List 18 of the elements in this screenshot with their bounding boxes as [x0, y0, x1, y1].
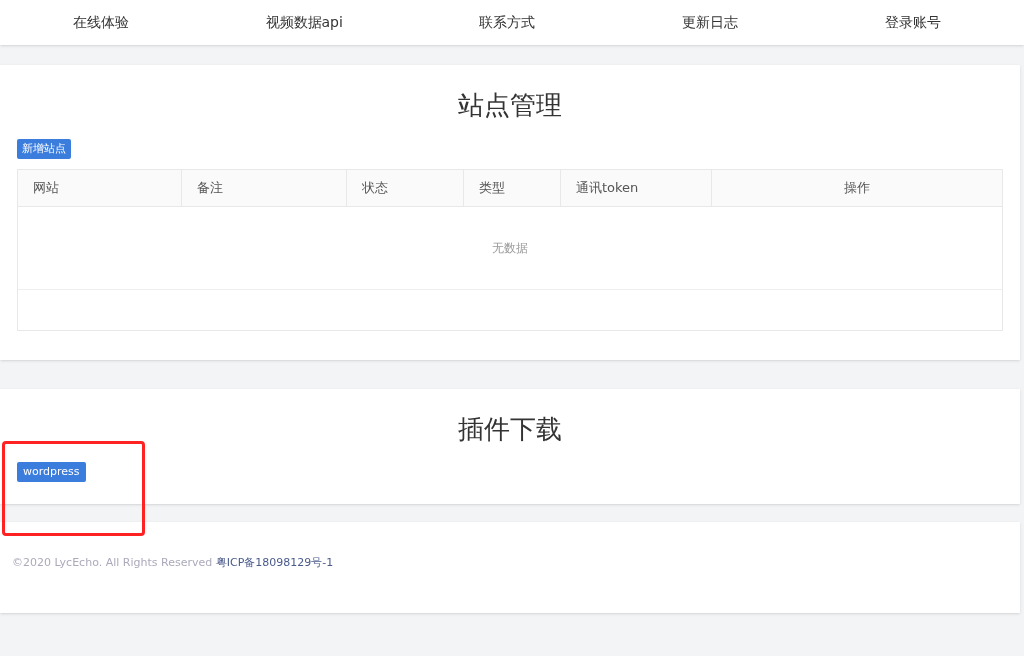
nav-link[interactable]: 在线体验 — [73, 12, 130, 33]
copyright-text: ©2020 LycEcho. All Rights Reserved — [12, 556, 213, 569]
nav-link[interactable]: 视频数据api — [265, 12, 343, 33]
add-site-button[interactable]: 新增站点 — [17, 139, 71, 159]
empty-table-text: 无数据 — [492, 240, 528, 257]
plugin-download-button[interactable]: wordpress — [17, 462, 86, 482]
column-header: 网站 — [18, 170, 182, 206]
column-header: 状态 — [347, 170, 464, 206]
column-header: 通讯token — [561, 170, 712, 206]
icp-link[interactable]: 粤ICP备18098129号-1 — [215, 556, 334, 569]
column-header: 操作 — [843, 179, 871, 198]
section-title: 站点管理 — [457, 89, 563, 122]
column-header: 类型 — [464, 170, 561, 206]
column-header: 备注 — [182, 170, 347, 206]
nav-link[interactable]: 登录账号 — [884, 12, 941, 33]
nav-link[interactable]: 更新日志 — [681, 12, 738, 33]
nav-link[interactable]: 联系方式 — [479, 12, 535, 33]
section-title: 插件下载 — [457, 413, 563, 446]
